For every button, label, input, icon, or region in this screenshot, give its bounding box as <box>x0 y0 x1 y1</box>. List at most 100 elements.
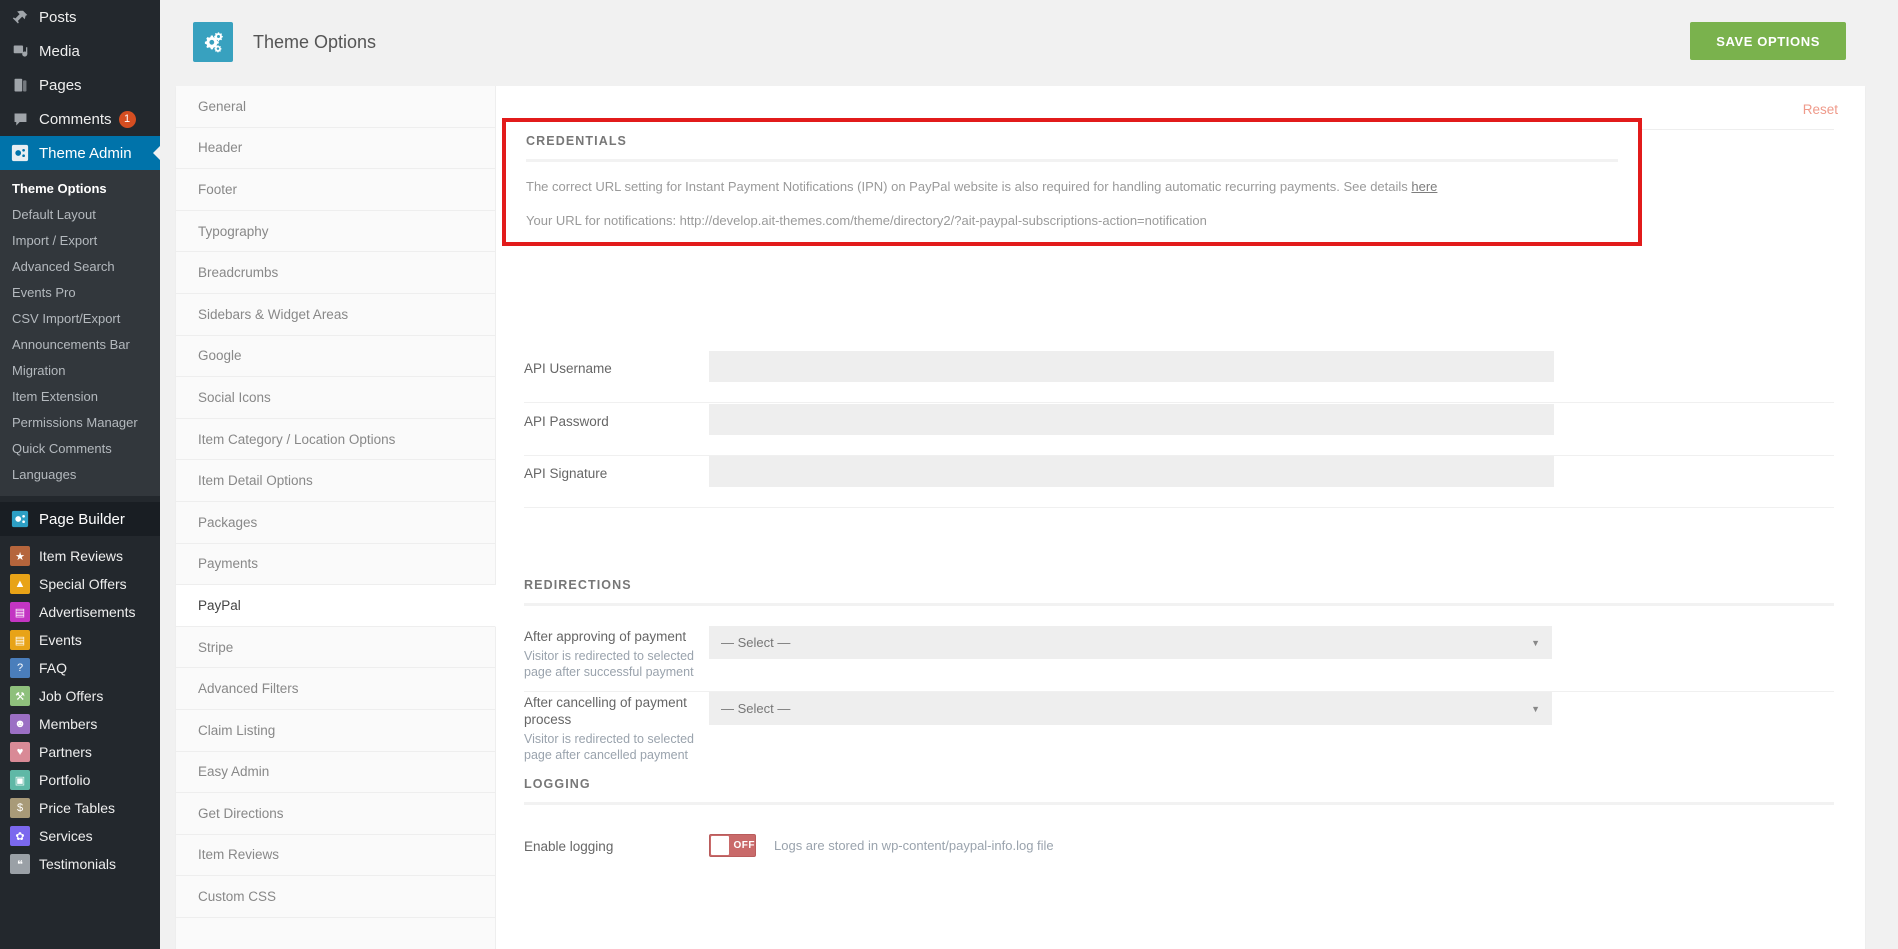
wp-sidebar-cpt-items: ★ Item Reviews ▲ Special Offers ▤ Advertiseme… <box>0 536 160 878</box>
input-api-signature[interactable] <box>709 456 1554 487</box>
member-icon-badge: ☻ <box>10 714 30 734</box>
enable-logging-toggle[interactable]: OFF <box>709 834 756 857</box>
submenu-item-quick-comments[interactable]: Quick Comments <box>0 436 160 462</box>
tab-label: Footer <box>198 181 238 197</box>
submenu-item-item-extension[interactable]: Item Extension <box>0 384 160 410</box>
tab-payments[interactable]: Payments <box>176 543 495 586</box>
tab-advanced-filters[interactable]: Advanced Filters <box>176 668 495 710</box>
redirection-label-text-2: After cancelling of payment process <box>524 695 687 727</box>
wp-menu-item-comments[interactable]: Comments 1 <box>0 102 160 136</box>
tab-header[interactable]: Header <box>176 127 495 170</box>
quote-icon-badge: ❝ <box>10 854 30 874</box>
tab-custom-css[interactable]: Custom CSS <box>176 876 495 918</box>
tab-item-reviews[interactable]: Item Reviews <box>176 834 495 877</box>
submenu-item-import-export[interactable]: Import / Export <box>0 228 160 254</box>
submenu-item-csv-import-export[interactable]: CSV Import/Export <box>0 306 160 332</box>
tab-label: General <box>198 98 247 114</box>
wp-menu-item-job-offers[interactable]: ⚒ Job Offers <box>0 682 160 710</box>
submenu-item-announcements-bar[interactable]: Announcements Bar <box>0 332 160 358</box>
tab-get-directions[interactable]: Get Directions <box>176 793 495 835</box>
enable-logging-label: Enable logging <box>524 839 614 854</box>
wp-menu-item-services[interactable]: ✿ Services <box>0 822 160 850</box>
tab-label: Payments <box>198 556 259 572</box>
tab-typography[interactable]: Typography <box>176 210 495 253</box>
calendar-icon-badge: ▤ <box>10 630 30 650</box>
submenu-item-theme-options[interactable]: Theme Options <box>0 176 160 202</box>
quote-icon: ❝ <box>10 854 30 874</box>
submenu-item-permissions-manager[interactable]: Permissions Manager <box>0 410 160 436</box>
wp-menu-item-theme-admin[interactable]: Theme Admin <box>0 136 160 170</box>
field-row-api-signature: API Signature <box>524 456 1834 508</box>
wp-menu-item-members[interactable]: ☻ Members <box>0 710 160 738</box>
redirection-desc-1: Visitor is redirected to selected page a… <box>524 649 694 679</box>
tab-stripe[interactable]: Stripe <box>176 626 495 669</box>
tab-breadcrumbs[interactable]: Breadcrumbs <box>176 252 495 294</box>
page-title: Theme Options <box>253 32 377 52</box>
wp-menu-item-pages[interactable]: Pages <box>0 68 160 102</box>
theme-options-panel: General Header Footer Typography Breadcrumbs… <box>176 86 1865 949</box>
credentials-section-highlight: CREDENTIALS The correct URL setting for … <box>502 118 1642 246</box>
credentials-here-link[interactable]: here <box>1411 179 1437 194</box>
tab-easy-admin[interactable]: Easy Admin <box>176 751 495 794</box>
field-label-api-password: API Password <box>524 414 609 429</box>
tab-label: Social Icons <box>198 389 271 405</box>
wp-menu-item-item-reviews[interactable]: ★ Item Reviews <box>0 542 160 570</box>
tab-claim-listing[interactable]: Claim Listing <box>176 709 495 752</box>
wp-menu-item-events[interactable]: ▤ Events <box>0 626 160 654</box>
gear-icon: ✿ <box>10 826 30 846</box>
submenu-item-default-layout[interactable]: Default Layout <box>0 202 160 228</box>
tab-label: Sidebars & Widget Areas <box>198 306 349 322</box>
submenu-item-languages[interactable]: Languages <box>0 462 160 488</box>
wp-menu-item-testimonials[interactable]: ❝ Testimonials <box>0 850 160 878</box>
wp-menu-item-portfolio[interactable]: ▣ Portfolio <box>0 766 160 794</box>
comments-count-badge: 1 <box>118 110 136 128</box>
credentials-ipn-note-text: The correct URL setting for Instant Paym… <box>526 179 1412 194</box>
tab-item-detail-options[interactable]: Item Detail Options <box>176 460 495 502</box>
submenu-item-advanced-search[interactable]: Advanced Search <box>0 254 160 280</box>
wp-menu-item-posts[interactable]: Posts <box>0 0 160 34</box>
chevron-down-icon: ▼ <box>1531 703 1540 714</box>
tab-general[interactable]: General <box>176 86 495 128</box>
tab-label: Header <box>198 140 243 156</box>
submenu-item-migration[interactable]: Migration <box>0 358 160 384</box>
tab-google[interactable]: Google <box>176 335 495 378</box>
save-options-button[interactable]: SAVE OPTIONS <box>1690 22 1846 60</box>
logging-section-title: LOGGING <box>524 777 591 791</box>
offer-icon-badge: ▲ <box>10 574 30 594</box>
wp-menu-item-price-tables[interactable]: $ Price Tables <box>0 794 160 822</box>
redirection-select-2[interactable]: — Select — ▼ <box>709 692 1552 725</box>
tab-social-icons[interactable]: Social Icons <box>176 377 495 419</box>
input-api-password[interactable] <box>709 404 1554 435</box>
credentials-section-rule <box>526 159 1618 162</box>
heart-icon-badge: ♥ <box>10 742 30 762</box>
wp-menu-item-faq[interactable]: ? FAQ <box>0 654 160 682</box>
wp-menu-item-partners[interactable]: ♥ Partners <box>0 738 160 766</box>
redirection-select-1[interactable]: — Select — ▼ <box>709 626 1552 659</box>
star-icon-badge: ★ <box>10 546 30 566</box>
chevron-down-icon: ▼ <box>1531 637 1540 648</box>
reset-link[interactable]: Reset <box>1803 102 1838 117</box>
input-api-username[interactable] <box>709 351 1554 382</box>
wp-menu-item-label: FAQ <box>39 660 68 676</box>
tab-item-category-location-options[interactable]: Item Category / Location Options <box>176 418 495 461</box>
wp-menu-item-media[interactable]: Media <box>0 34 160 68</box>
wp-menu-item-advertisements[interactable]: ▤ Advertisements <box>0 598 160 626</box>
wp-menu-item-page-builder[interactable]: Page Builder <box>0 502 160 536</box>
tab-footer[interactable]: Footer <box>176 169 495 211</box>
submenu-item-events-pro[interactable]: Events Pro <box>0 280 160 306</box>
wp-sidebar-page-builder-group: Page Builder <box>0 502 160 536</box>
logging-section-rule <box>524 802 1834 805</box>
gear-icon-badge: ✿ <box>10 826 30 846</box>
tab-packages[interactable]: Packages <box>176 501 495 544</box>
wp-menu-item-label: Members <box>39 716 98 732</box>
wp-menu-item-special-offers[interactable]: ▲ Special Offers <box>0 570 160 598</box>
page-topbar: Theme Options SAVE OPTIONS <box>160 0 1898 84</box>
wp-menu-item-label: Job Offers <box>39 688 104 704</box>
tab-label: Item Category / Location Options <box>198 431 396 447</box>
page-builder-icon <box>10 509 30 529</box>
wp-menu-item-label: Theme Admin <box>39 144 132 162</box>
tab-paypal[interactable]: PayPal <box>176 585 496 627</box>
tab-sidebars-widget-areas[interactable]: Sidebars & Widget Areas <box>176 293 495 336</box>
redirection-row-2: After cancelling of payment process Visit… <box>524 692 1834 772</box>
redirection-label-text-1: After approving of payment <box>524 629 687 644</box>
